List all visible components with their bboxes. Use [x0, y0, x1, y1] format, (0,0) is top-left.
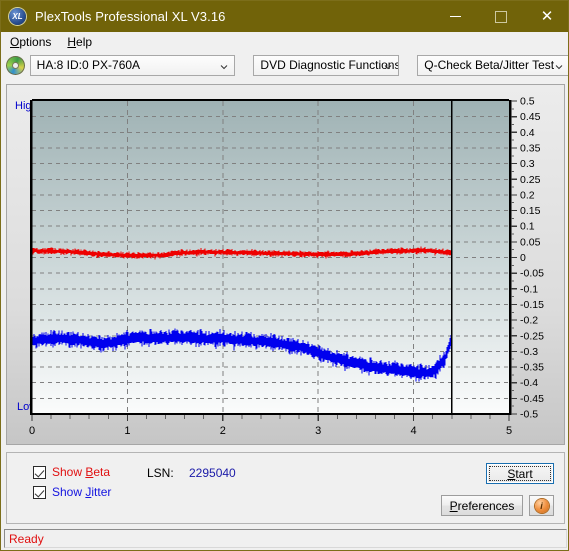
- checkbox-icon: [33, 465, 46, 479]
- svg-text:2: 2: [220, 425, 226, 437]
- svg-text:-0.4: -0.4: [520, 377, 538, 389]
- svg-text:0.25: 0.25: [520, 174, 541, 186]
- svg-text:0: 0: [520, 252, 526, 264]
- chart-panel: High Low 0.5 0.45 0.4 0.35 0.3 0.25 0.2 0.15 0.1…: [6, 84, 565, 445]
- close-button[interactable]: ✕: [524, 1, 568, 32]
- toolbar: HA:8 ID:0 PX-760A DVD Diagnostic Functio…: [1, 51, 568, 79]
- maximize-button[interactable]: [478, 1, 524, 32]
- svg-text:0.5: 0.5: [520, 96, 535, 108]
- svg-text:4: 4: [411, 425, 417, 437]
- show-jitter-checkbox[interactable]: Show Jitter: [33, 485, 111, 499]
- start-button-label: Start: [507, 466, 533, 481]
- svg-text:-0.1: -0.1: [520, 283, 538, 295]
- menu-item-help-label: elp: [76, 34, 93, 49]
- svg-text:1: 1: [124, 425, 130, 437]
- function-select[interactable]: DVD Diagnostic Functions: [253, 54, 400, 76]
- chevron-down-icon: [221, 65, 228, 70]
- svg-text:-0.15: -0.15: [520, 299, 544, 311]
- window-buttons: ✕: [432, 1, 568, 32]
- menu-item-help[interactable]: Help: [60, 33, 99, 51]
- drive-select[interactable]: HA:8 ID:0 PX-760A: [29, 54, 236, 76]
- preferences-button-label: Preferences: [449, 498, 515, 513]
- svg-text:-0.2: -0.2: [520, 315, 538, 327]
- status-bar: Ready: [4, 529, 567, 548]
- show-beta-label: Show Beta: [52, 465, 111, 479]
- minimize-button[interactable]: [432, 1, 478, 32]
- svg-text:0.3: 0.3: [520, 158, 535, 170]
- disc-icon: [6, 55, 25, 75]
- svg-text:0.4: 0.4: [520, 127, 535, 139]
- minimize-icon: [449, 16, 461, 17]
- svg-text:-0.25: -0.25: [520, 330, 544, 342]
- preferences-rest: references: [457, 498, 515, 513]
- close-icon: ✕: [540, 8, 554, 25]
- controls-panel: Show Beta Show Jitter LSN: 2295040 Start…: [6, 452, 565, 524]
- svg-text:5: 5: [506, 425, 512, 437]
- preferences-button[interactable]: Preferences: [441, 495, 523, 516]
- svg-text:-0.3: -0.3: [520, 346, 538, 358]
- chevron-down-icon: [384, 65, 392, 70]
- svg-text:0.45: 0.45: [520, 111, 541, 123]
- show-beta-rest: eta: [93, 465, 111, 479]
- svg-text:3: 3: [315, 425, 321, 437]
- svg-text:-0.35: -0.35: [520, 362, 544, 374]
- plextools-window: XL PlexTools Professional XL V3.16 ✕ Opt…: [0, 0, 569, 551]
- window-titlebar: XL PlexTools Professional XL V3.16 ✕: [1, 1, 568, 32]
- svg-text:-0.45: -0.45: [520, 393, 544, 405]
- checkbox-icon: [33, 485, 46, 499]
- drive-select-value: HA:8 ID:0 PX-760A: [36, 58, 141, 72]
- function-select-value: DVD Diagnostic Functions: [260, 58, 400, 72]
- show-jitter-rest: itter: [91, 485, 112, 499]
- start-button[interactable]: Start: [486, 463, 554, 484]
- info-button[interactable]: i: [529, 495, 554, 516]
- test-select[interactable]: Q-Check Beta/Jitter Test: [417, 54, 568, 76]
- app-logo-icon: XL: [9, 8, 26, 25]
- svg-text:0.1: 0.1: [520, 221, 535, 233]
- svg-text:-0.05: -0.05: [520, 268, 544, 280]
- svg-text:0.05: 0.05: [520, 236, 541, 248]
- svg-text:0: 0: [29, 425, 35, 437]
- svg-text:0.15: 0.15: [520, 205, 541, 217]
- beta-jitter-chart: 0.5 0.45 0.4 0.35 0.3 0.25 0.2 0.15 0.1 0.05 0 -0.0…: [29, 96, 544, 438]
- lsn-label: LSN:: [147, 466, 174, 480]
- show-beta-checkbox[interactable]: Show Beta: [33, 465, 110, 479]
- chevron-down-icon: [555, 65, 563, 70]
- lsn-value: 2295040: [189, 466, 236, 480]
- show-jitter-label: Show Jitter: [52, 485, 112, 499]
- menu-item-options[interactable]: Options: [3, 33, 58, 51]
- window-title: PlexTools Professional XL V3.16: [35, 9, 226, 24]
- test-select-value: Q-Check Beta/Jitter Test: [424, 58, 555, 72]
- menu-bar: Options Help: [1, 32, 568, 51]
- svg-text:0.35: 0.35: [520, 142, 541, 154]
- svg-text:-0.5: -0.5: [520, 409, 538, 421]
- maximize-icon: [495, 10, 507, 23]
- status-text: Ready: [9, 531, 44, 546]
- info-icon: i: [534, 498, 549, 513]
- svg-text:0.2: 0.2: [520, 189, 535, 201]
- start-rest: tart: [515, 466, 533, 481]
- menu-item-options-label: ptions: [19, 34, 52, 49]
